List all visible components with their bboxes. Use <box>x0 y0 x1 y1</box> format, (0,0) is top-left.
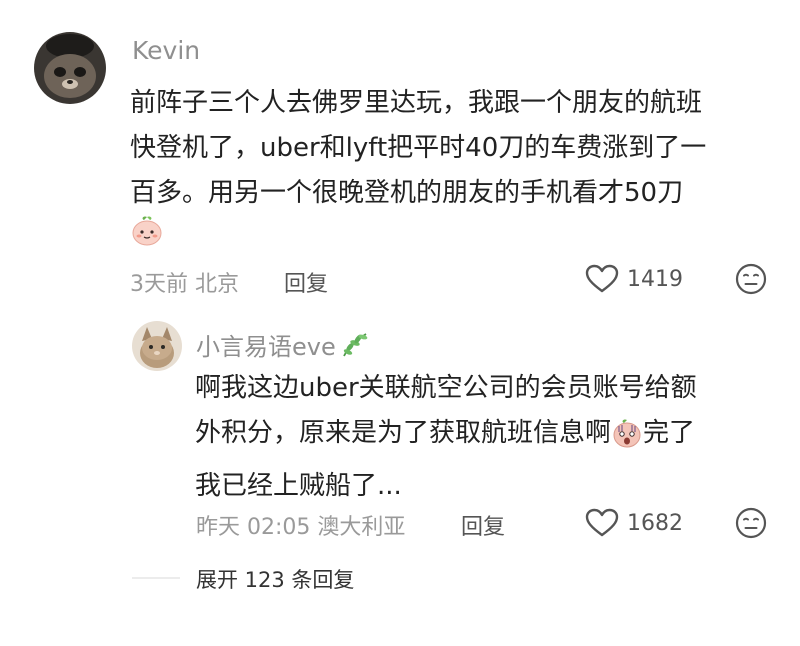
heart-icon <box>585 508 619 538</box>
reply-author-name: 小言易语eve <box>196 333 336 361</box>
comment-reply-button[interactable]: 回复 <box>284 266 328 298</box>
comment-line-2: 快登机了，uber和lyft把平时40刀的车费涨到了一 <box>130 133 707 163</box>
comment-meta: 3天前 北京 <box>130 272 239 297</box>
reply-line-2: 外积分，原来是为了获取航班信息啊 完了 <box>195 411 697 464</box>
reply-line-3: 我已经上贼船了... <box>195 471 402 501</box>
dislike-face-icon[interactable] <box>735 507 767 539</box>
comment-body: 前阵子三个人去佛罗里达玩，我跟一个朋友的航班 快登机了，uber和lyft把平时… <box>130 81 706 216</box>
shocked-face-emoji <box>611 417 643 464</box>
avatar-kevin[interactable] <box>34 32 106 104</box>
dislike-face-icon[interactable] <box>735 263 767 295</box>
comment-like-button[interactable]: 1419 <box>585 264 683 294</box>
heart-icon <box>585 264 619 294</box>
reply-like-count: 1682 <box>627 510 683 536</box>
reply-reply-button[interactable]: 回复 <box>461 509 505 541</box>
reply-author[interactable]: 小言易语eve <box>196 327 370 362</box>
reply-meta: 昨天 02:05 澳大利亚 <box>196 515 406 540</box>
expand-divider <box>132 577 180 579</box>
leaf-icon <box>340 330 370 360</box>
reply-line-2b: 完了 <box>643 418 696 448</box>
reply-line-1: 啊我这边uber关联航空公司的会员账号给额 <box>195 373 697 403</box>
expand-replies-button[interactable]: 展开 123 条回复 <box>196 564 354 594</box>
comment-like-count: 1419 <box>627 266 683 292</box>
reply-body: 啊我这边uber关联航空公司的会员账号给额 外积分，原来是为了获取航班信息啊 完… <box>195 366 697 509</box>
avatar-eve[interactable] <box>132 321 182 371</box>
comment-author[interactable]: Kevin <box>132 36 200 65</box>
comment-line-3: 百多。用另一个很晚登机的朋友的手机看才50刀 <box>130 178 684 208</box>
peach-face-emoji <box>130 213 164 247</box>
comment-line-1: 前阵子三个人去佛罗里达玩，我跟一个朋友的航班 <box>130 88 703 118</box>
reply-like-button[interactable]: 1682 <box>585 508 683 538</box>
reply-line-2a: 外积分，原来是为了获取航班信息啊 <box>195 418 612 448</box>
